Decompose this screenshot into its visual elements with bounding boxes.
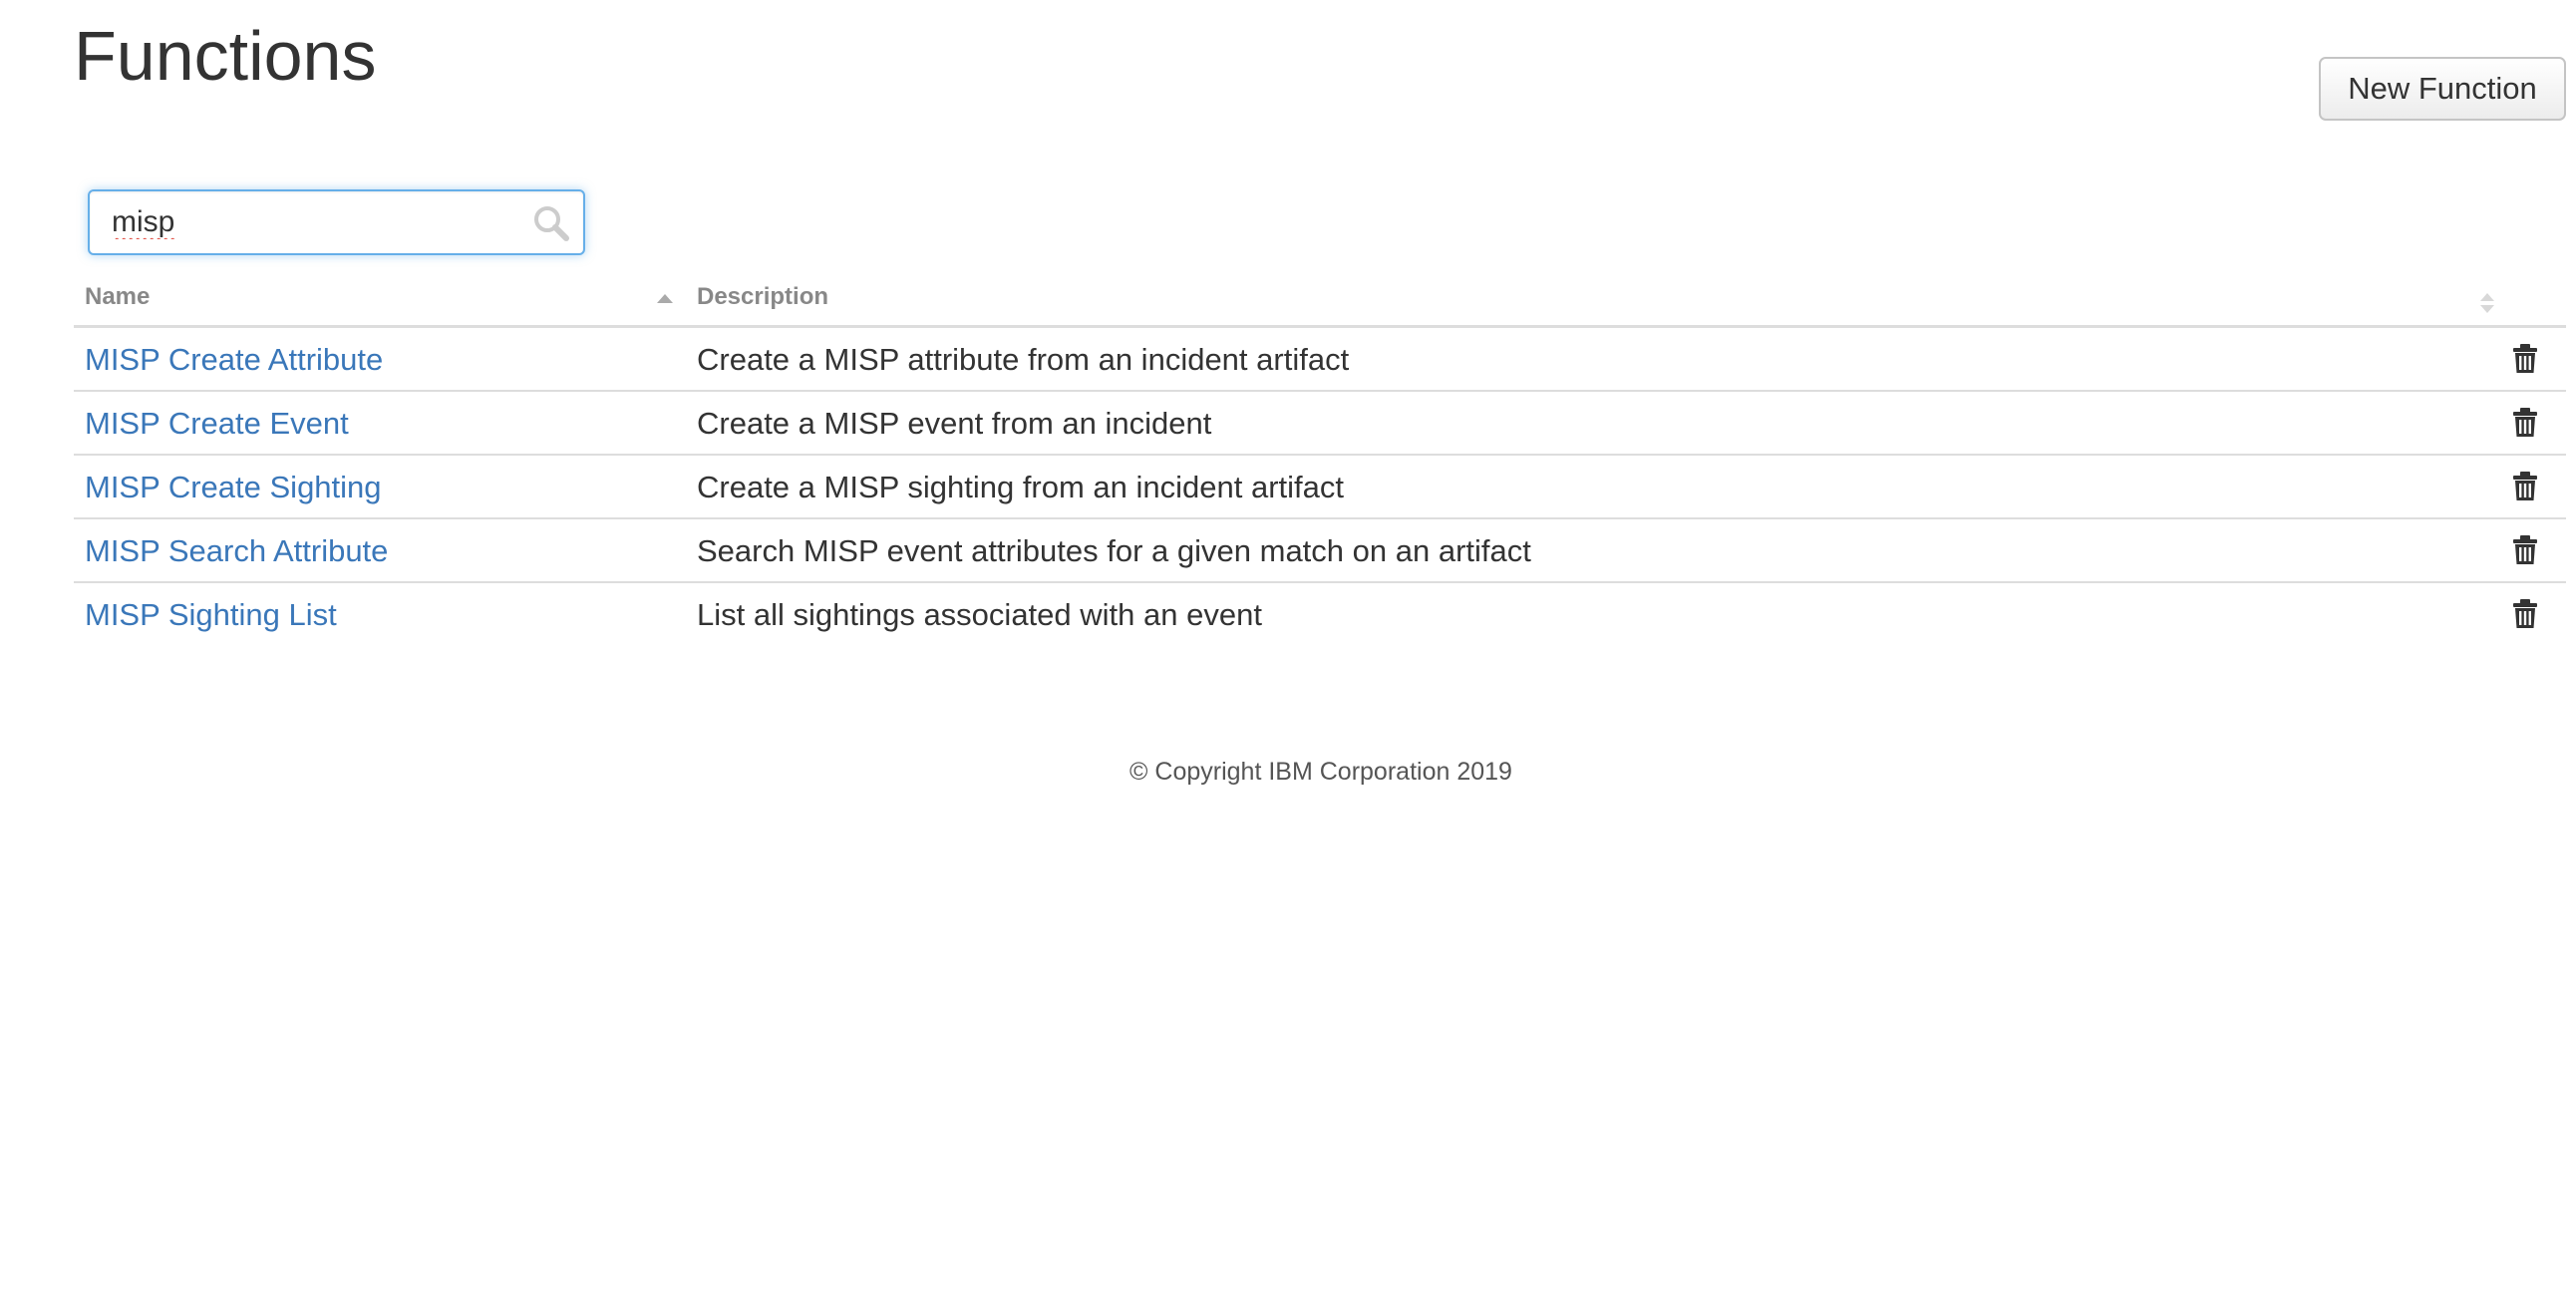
table-row: MISP Create Attribute Create a MISP attr… [74,328,2566,392]
function-name-link[interactable]: MISP Search Attribute [85,533,388,569]
functions-table: Name Description MISP Create Attribute C… [74,277,2566,645]
function-name-link[interactable]: MISP Create Sighting [85,470,382,505]
table-row: MISP Create Event Create a MISP event fr… [74,392,2566,456]
function-name-link[interactable]: MISP Sighting List [85,597,337,633]
page-title: Functions [74,17,377,95]
search-input[interactable] [112,199,490,245]
trash-icon[interactable] [2512,535,2538,565]
function-name-link[interactable]: MISP Create Event [85,406,349,442]
function-description: List all sightings associated with an ev… [697,597,1262,632]
trash-icon[interactable] [2512,472,2538,501]
function-description: Create a MISP sighting from an incident … [697,470,1345,504]
table-header: Name Description [74,277,2566,328]
trash-icon[interactable] [2512,408,2538,438]
new-function-button[interactable]: New Function [2319,57,2566,121]
trash-icon[interactable] [2512,344,2538,374]
column-header-name[interactable]: Name [85,283,150,311]
sort-unsorted-icon[interactable] [2479,291,2495,315]
function-name-link[interactable]: MISP Create Attribute [85,342,383,378]
function-description: Create a MISP attribute from an incident… [697,342,1350,377]
table-row: MISP Sighting List List all sightings as… [74,583,2566,645]
functions-page: Functions New Function Name Description … [0,0,2576,1310]
column-header-description[interactable]: Description [697,283,828,311]
function-description: Create a MISP event from an incident [697,406,1212,441]
search-box[interactable] [88,189,585,255]
search-icon[interactable] [531,203,571,243]
trash-icon[interactable] [2512,599,2538,629]
copyright-footer: © Copyright IBM Corporation 2019 [1129,758,1512,786]
table-row: MISP Search Attribute Search MISP event … [74,519,2566,583]
function-description: Search MISP event attributes for a given… [697,533,1531,568]
sort-ascending-icon[interactable] [657,294,673,303]
table-row: MISP Create Sighting Create a MISP sight… [74,456,2566,519]
